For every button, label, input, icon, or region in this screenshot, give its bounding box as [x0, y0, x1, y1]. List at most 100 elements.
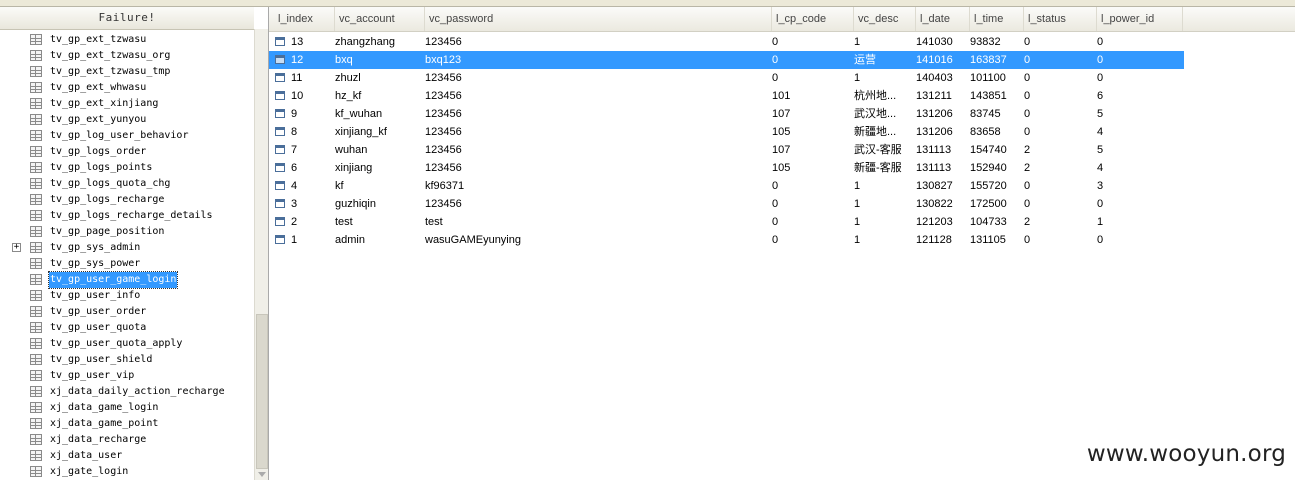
tree-item[interactable]: tv_gp_ext_tzwasu_org — [0, 48, 254, 64]
tree-item[interactable]: tv_gp_ext_tzwasu — [0, 32, 254, 48]
cell-vc-desc[interactable]: 武汉-客服 — [854, 141, 912, 159]
cell-vc-desc[interactable]: 1 — [854, 213, 912, 231]
cell-l-cp-code[interactable]: 105 — [772, 159, 850, 177]
cell-vc-password[interactable]: wasuGAMEyunying — [425, 231, 768, 249]
cell-l-status[interactable]: 0 — [1024, 123, 1093, 141]
cell-l-index[interactable]: 12 — [291, 51, 331, 69]
cell-l-index[interactable]: 9 — [291, 105, 331, 123]
cell-vc-password[interactable]: 123456 — [425, 105, 768, 123]
tree-item[interactable]: tv_gp_user_game_login — [0, 271, 254, 289]
tree-item[interactable]: tv_gp_user_quota_apply — [0, 336, 254, 352]
cell-l-status[interactable]: 0 — [1024, 51, 1093, 69]
cell-l-cp-code[interactable]: 0 — [772, 195, 850, 213]
tree-item[interactable]: tv_gp_user_order — [0, 304, 254, 320]
cell-vc-password[interactable]: 123456 — [425, 123, 768, 141]
tree-item[interactable]: xj_data_game_login — [0, 400, 254, 416]
cell-vc-account[interactable]: xinjiang_kf — [335, 123, 421, 141]
cell-l-index[interactable]: 7 — [291, 141, 331, 159]
cell-l-index[interactable]: 2 — [291, 213, 331, 231]
cell-vc-desc[interactable]: 新疆-客服 — [854, 159, 912, 177]
cell-l-power-id[interactable]: 1 — [1097, 213, 1177, 231]
scroll-thumb[interactable] — [256, 314, 268, 469]
tree-item[interactable]: tv_gp_user_shield — [0, 352, 254, 368]
cell-l-power-id[interactable]: 3 — [1097, 177, 1177, 195]
tree-item[interactable]: xj_data_user — [0, 448, 254, 464]
cell-vc-account[interactable]: test — [335, 213, 421, 231]
cell-vc-desc[interactable]: 武汉地... — [854, 105, 912, 123]
cell-l-date[interactable]: 141030 — [916, 33, 966, 51]
cell-vc-desc[interactable]: 杭州地... — [854, 87, 912, 105]
cell-l-cp-code[interactable]: 0 — [772, 231, 850, 249]
cell-l-index[interactable]: 3 — [291, 195, 331, 213]
cell-l-index[interactable]: 1 — [291, 231, 331, 249]
cell-vc-desc[interactable]: 1 — [854, 33, 912, 51]
tree-scrollbar[interactable] — [254, 29, 268, 480]
cell-l-date[interactable]: 141016 — [916, 51, 966, 69]
cell-l-time[interactable]: 143851 — [970, 87, 1020, 105]
cell-l-date[interactable]: 131113 — [916, 141, 966, 159]
cell-l-date[interactable]: 131206 — [916, 123, 966, 141]
cell-l-time[interactable]: 172500 — [970, 195, 1020, 213]
cell-vc-desc[interactable]: 1 — [854, 69, 912, 87]
table-row[interactable]: 8 xinjiang_kf 123456 105 新疆地... 131206 83658 0 4 — [269, 123, 1184, 141]
column-header[interactable]: l_cp_code — [772, 7, 854, 31]
cell-l-power-id[interactable]: 5 — [1097, 105, 1177, 123]
cell-l-status[interactable]: 0 — [1024, 177, 1093, 195]
cell-l-power-id[interactable]: 0 — [1097, 51, 1177, 69]
cell-l-status[interactable]: 0 — [1024, 195, 1093, 213]
cell-l-date[interactable]: 121128 — [916, 231, 966, 249]
tree-item[interactable]: xj_data_game_point — [0, 416, 254, 432]
cell-l-cp-code[interactable]: 101 — [772, 87, 850, 105]
tree-item[interactable]: tv_gp_log_user_behavior — [0, 128, 254, 144]
tree-item[interactable]: tv_gp_page_position — [0, 224, 254, 240]
cell-vc-account[interactable]: xinjiang — [335, 159, 421, 177]
table-row[interactable]: 4 kf kf96371 0 1 130827 155720 0 3 — [269, 177, 1184, 195]
cell-l-power-id[interactable]: 0 — [1097, 195, 1177, 213]
cell-vc-account[interactable]: wuhan — [335, 141, 421, 159]
cell-vc-password[interactable]: 123456 — [425, 141, 768, 159]
table-row[interactable]: 11 zhuzl 123456 0 1 140403 101100 0 0 — [269, 69, 1184, 87]
cell-l-time[interactable]: 154740 — [970, 141, 1020, 159]
cell-l-status[interactable]: 0 — [1024, 33, 1093, 51]
tree-item[interactable]: tv_gp_user_quota — [0, 320, 254, 336]
tree-item[interactable]: xj_data_daily_action_recharge — [0, 384, 254, 400]
tree-item[interactable]: tv_gp_logs_recharge_details — [0, 208, 254, 224]
cell-vc-password[interactable]: 123456 — [425, 195, 768, 213]
cell-vc-desc[interactable]: 运营 — [854, 51, 912, 69]
tree-item[interactable]: tv_gp_logs_quota_chg — [0, 176, 254, 192]
cell-vc-account[interactable]: bxq — [335, 51, 421, 69]
column-header[interactable]: l_date — [916, 7, 970, 31]
cell-vc-desc[interactable]: 新疆地... — [854, 123, 912, 141]
cell-l-power-id[interactable]: 0 — [1097, 69, 1177, 87]
cell-l-index[interactable]: 4 — [291, 177, 331, 195]
cell-vc-account[interactable]: kf — [335, 177, 421, 195]
cell-vc-password[interactable]: kf96371 — [425, 177, 768, 195]
tree-item[interactable]: tv_gp_ext_tzwasu_tmp — [0, 64, 254, 80]
cell-l-index[interactable]: 13 — [291, 33, 331, 51]
cell-vc-desc[interactable]: 1 — [854, 231, 912, 249]
column-header[interactable]: vc_desc — [854, 7, 916, 31]
cell-l-index[interactable]: 8 — [291, 123, 331, 141]
tree-item[interactable]: tv_gp_user_info — [0, 288, 254, 304]
cell-vc-desc[interactable]: 1 — [854, 177, 912, 195]
cell-l-power-id[interactable]: 4 — [1097, 123, 1177, 141]
cell-l-cp-code[interactable]: 105 — [772, 123, 850, 141]
cell-vc-account[interactable]: kf_wuhan — [335, 105, 421, 123]
cell-l-time[interactable]: 131105 — [970, 231, 1020, 249]
table-row[interactable]: 6 xinjiang 123456 105 新疆-客服 131113 152940 2 4 — [269, 159, 1184, 177]
cell-l-power-id[interactable]: 5 — [1097, 141, 1177, 159]
tree-item[interactable]: tv_gp_ext_whwasu — [0, 80, 254, 96]
table-row[interactable]: 1 admin wasuGAMEyunying 0 1 121128 131105 0 0 — [269, 231, 1184, 249]
cell-l-time[interactable]: 101100 — [970, 69, 1020, 87]
cell-l-date[interactable]: 140403 — [916, 69, 966, 87]
cell-vc-desc[interactable]: 1 — [854, 195, 912, 213]
cell-vc-password[interactable]: test — [425, 213, 768, 231]
tree-item[interactable]: xj_data_recharge — [0, 432, 254, 448]
cell-l-index[interactable]: 6 — [291, 159, 331, 177]
column-header[interactable]: vc_password — [425, 7, 772, 31]
cell-l-time[interactable]: 155720 — [970, 177, 1020, 195]
cell-l-date[interactable]: 130827 — [916, 177, 966, 195]
cell-l-cp-code[interactable]: 0 — [772, 177, 850, 195]
column-header[interactable]: vc_account — [335, 7, 425, 31]
table-row[interactable]: 9 kf_wuhan 123456 107 武汉地... 131206 83745 0 5 — [269, 105, 1184, 123]
